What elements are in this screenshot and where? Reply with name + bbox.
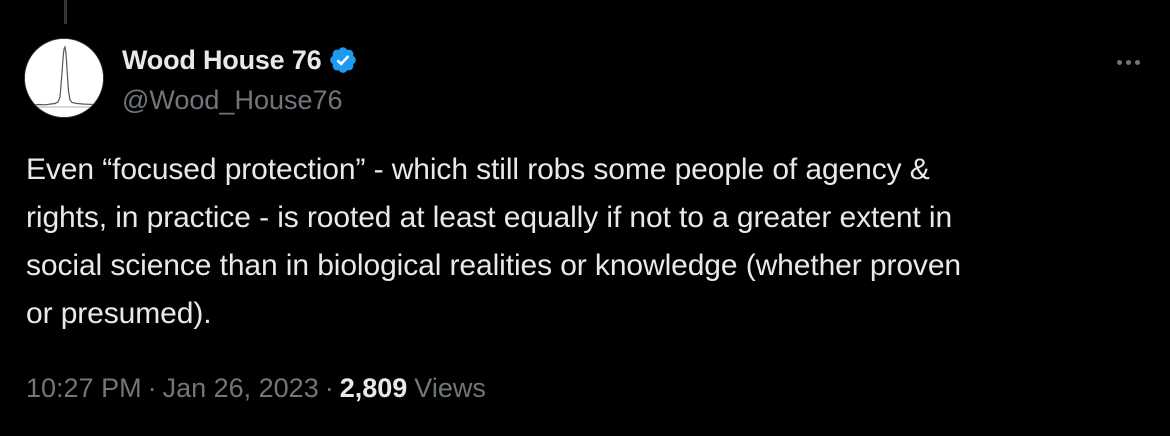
author-handle[interactable]: @Wood_House76 <box>122 82 358 118</box>
tweet-date[interactable]: Jan 26, 2023 <box>163 368 319 408</box>
author-name-row: Wood House 76 <box>122 42 358 78</box>
more-options-icon-dot <box>1134 59 1140 65</box>
views-label[interactable]: Views <box>414 368 486 408</box>
metadata-separator: · <box>324 373 334 403</box>
verified-badge-icon <box>328 45 358 75</box>
peak-graph-avatar-icon <box>25 39 103 117</box>
tweet-header: Wood House 76 @Wood_House76 <box>122 42 358 118</box>
tweet-time[interactable]: 10:27 PM <box>26 368 142 408</box>
more-options-button[interactable] <box>1110 44 1146 80</box>
more-options-icon-dot <box>1125 59 1131 65</box>
views-count[interactable]: 2,809 <box>340 368 408 408</box>
tweet-card: Wood House 76 @Wood_House76 Even “focuse… <box>0 0 1170 436</box>
author-display-name[interactable]: Wood House 76 <box>122 42 322 78</box>
metadata-separator: · <box>147 373 157 403</box>
tweet-text: Even “focused protection” - which still … <box>26 153 961 330</box>
thread-connector-line <box>64 0 67 24</box>
more-options-icon <box>1116 59 1122 65</box>
author-avatar[interactable] <box>24 38 104 118</box>
tweet-metadata: 10:27 PM · Jan 26, 2023 · 2,809 Views <box>26 368 486 408</box>
